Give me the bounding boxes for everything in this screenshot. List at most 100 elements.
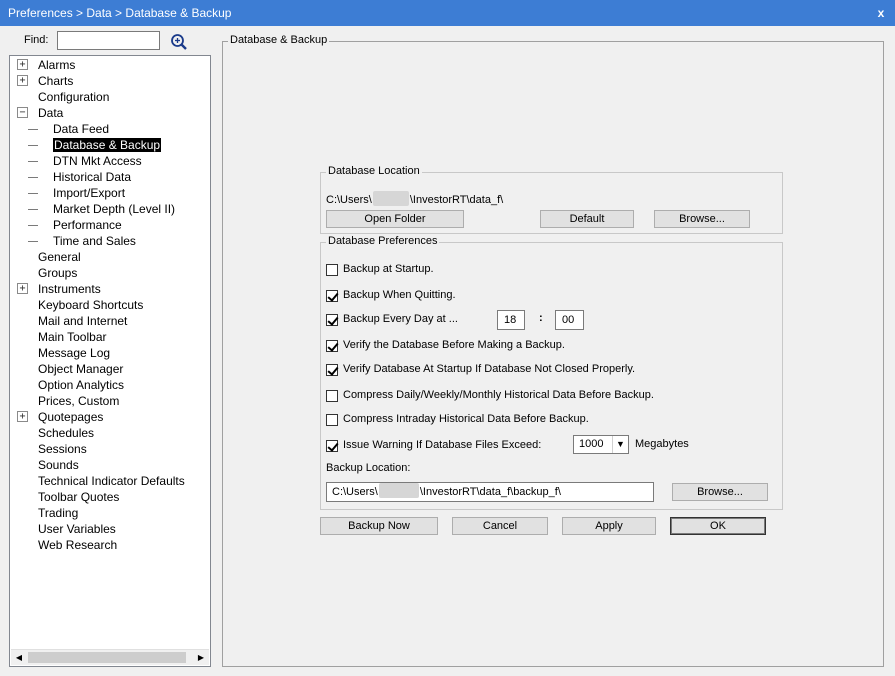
scroll-left-icon[interactable]: ◀ <box>11 650 27 666</box>
checkbox[interactable] <box>326 340 338 352</box>
checkbox[interactable] <box>326 414 338 426</box>
tree-item[interactable]: − Data <box>17 105 64 121</box>
tree-item[interactable]: Toolbar Quotes <box>38 489 119 505</box>
expand-icon[interactable]: + <box>17 75 28 86</box>
scroll-thumb[interactable] <box>28 652 186 663</box>
tree-item-label: Configuration <box>38 90 110 104</box>
checkbox-label[interactable]: Verify the Database Before Making a Back… <box>343 339 565 351</box>
collapse-icon[interactable]: − <box>17 107 28 118</box>
tree-item[interactable]: + Quotepages <box>17 409 104 425</box>
close-button[interactable]: x <box>867 0 895 26</box>
checkbox-label[interactable]: Backup Every Day at ... <box>343 313 458 325</box>
tree-item[interactable]: + Instruments <box>17 281 101 297</box>
checkbox[interactable] <box>326 290 338 302</box>
backup-minute-input[interactable]: 00 <box>555 310 584 330</box>
tree-item-label: Historical Data <box>53 170 132 184</box>
backup-now-button[interactable]: Backup Now <box>320 517 438 535</box>
apply-button[interactable]: Apply <box>562 517 656 535</box>
ok-button[interactable]: OK <box>670 517 766 535</box>
tree-item[interactable]: Sounds <box>38 457 79 473</box>
checkbox-label[interactable]: Backup at Startup. <box>343 263 434 275</box>
panel-title: Database & Backup <box>228 34 330 46</box>
tree-item[interactable]: Configuration <box>38 89 109 105</box>
tree-item-label: User Variables <box>38 522 116 536</box>
tree-item[interactable]: Sessions <box>38 441 87 457</box>
tree-item[interactable]: Option Analytics <box>38 377 124 393</box>
redacted-username <box>372 191 409 206</box>
horizontal-scrollbar[interactable]: ◀ ▶ <box>11 649 209 665</box>
tree-item[interactable]: Schedules <box>38 425 94 441</box>
open-folder-button[interactable]: Open Folder <box>326 210 464 228</box>
tree-item-label: General <box>38 250 81 264</box>
preferences-tree[interactable]: + Alarms + Charts Configuration − Data Data Fee… <box>9 55 211 667</box>
tree-item[interactable]: Trading <box>38 505 78 521</box>
tree-item-label: Data <box>38 106 64 120</box>
window-title: Preferences > Data > Database & Backup <box>8 6 232 20</box>
tree-item-label: Groups <box>38 266 78 280</box>
tree-item-label: Sessions <box>38 442 87 456</box>
checkbox-label[interactable]: Compress Daily/Weekly/Monthly Historical… <box>343 389 654 401</box>
tree-item[interactable]: Time and Sales <box>28 233 136 249</box>
tree-item[interactable]: Groups <box>38 265 77 281</box>
redacted-username <box>378 483 419 498</box>
tree-connector <box>28 161 38 162</box>
tree-item[interactable]: + Charts <box>17 73 73 89</box>
checkbox-label[interactable]: Verify Database At Startup If Database N… <box>343 363 635 375</box>
tree-item[interactable]: Web Research <box>38 537 117 553</box>
browse-backup-button[interactable]: Browse... <box>672 483 768 501</box>
tree-item-label: Quotepages <box>38 410 104 424</box>
expand-icon[interactable]: + <box>17 411 28 422</box>
database-location-title: Database Location <box>326 165 422 177</box>
checkbox[interactable] <box>326 440 338 452</box>
size-unit-label: Megabytes <box>635 438 689 450</box>
database-path-prefix: C:\Users\ <box>326 194 372 206</box>
tree-item[interactable]: Market Depth (Level II) <box>28 201 175 217</box>
tree-item-label: Schedules <box>38 426 95 440</box>
database-path: C:\Users\ \InvestorRT\data_f\ <box>326 191 503 206</box>
tree-item-label: Object Manager <box>38 362 124 376</box>
tree-item-label: Message Log <box>38 346 111 360</box>
find-input[interactable] <box>57 31 160 50</box>
expand-icon[interactable]: + <box>17 283 28 294</box>
tree-item[interactable]: Keyboard Shortcuts <box>38 297 143 313</box>
backup-hour-input[interactable]: 18 <box>497 310 525 330</box>
checkbox[interactable] <box>326 264 338 276</box>
tree-item[interactable]: Object Manager <box>38 361 123 377</box>
scroll-right-icon[interactable]: ▶ <box>193 650 209 666</box>
tree-connector <box>28 145 38 146</box>
tree-item[interactable]: User Variables <box>38 521 116 537</box>
chevron-down-icon[interactable]: ▼ <box>612 436 628 453</box>
tree-item[interactable]: Database & Backup <box>28 137 162 153</box>
backup-path-suffix: \InvestorRT\data_f\backup_f\ <box>419 486 561 498</box>
checkbox[interactable] <box>326 364 338 376</box>
tree-connector <box>28 209 38 210</box>
cancel-button[interactable]: Cancel <box>452 517 548 535</box>
checkbox[interactable] <box>326 314 338 326</box>
tree-item-label: Web Research <box>38 538 118 552</box>
tree-item-label: Alarms <box>38 58 76 72</box>
checkbox[interactable] <box>326 390 338 402</box>
tree-item[interactable]: Mail and Internet <box>38 313 127 329</box>
checkbox-label[interactable]: Compress Intraday Historical Data Before… <box>343 413 589 425</box>
checkbox-label[interactable]: Backup When Quitting. <box>343 289 456 301</box>
tree-item[interactable]: + Alarms <box>17 57 76 73</box>
tree-item[interactable]: Main Toolbar <box>38 329 106 345</box>
tree-item[interactable]: Technical Indicator Defaults <box>38 473 185 489</box>
expand-icon[interactable]: + <box>17 59 28 70</box>
tree-item[interactable]: Data Feed <box>28 121 109 137</box>
browse-database-button[interactable]: Browse... <box>654 210 750 228</box>
default-button[interactable]: Default <box>540 210 634 228</box>
tree-item[interactable]: Prices, Custom <box>38 393 119 409</box>
tree-item[interactable]: Import/Export <box>28 185 125 201</box>
checkbox-label[interactable]: Issue Warning If Database Files Exceed: <box>343 439 541 451</box>
tree-item-label: DTN Mkt Access <box>53 154 142 168</box>
backup-location-field[interactable]: C:\Users\ \InvestorRT\data_f\backup_f\ <box>326 482 654 502</box>
backup-path-prefix: C:\Users\ <box>332 486 378 498</box>
tree-item[interactable]: Performance <box>28 217 122 233</box>
search-icon[interactable] <box>170 33 188 51</box>
tree-item[interactable]: Message Log <box>38 345 110 361</box>
tree-item[interactable]: DTN Mkt Access <box>28 153 142 169</box>
size-limit-select[interactable]: 1000 ▼ <box>573 435 629 454</box>
tree-item[interactable]: General <box>38 249 81 265</box>
tree-item[interactable]: Historical Data <box>28 169 132 185</box>
